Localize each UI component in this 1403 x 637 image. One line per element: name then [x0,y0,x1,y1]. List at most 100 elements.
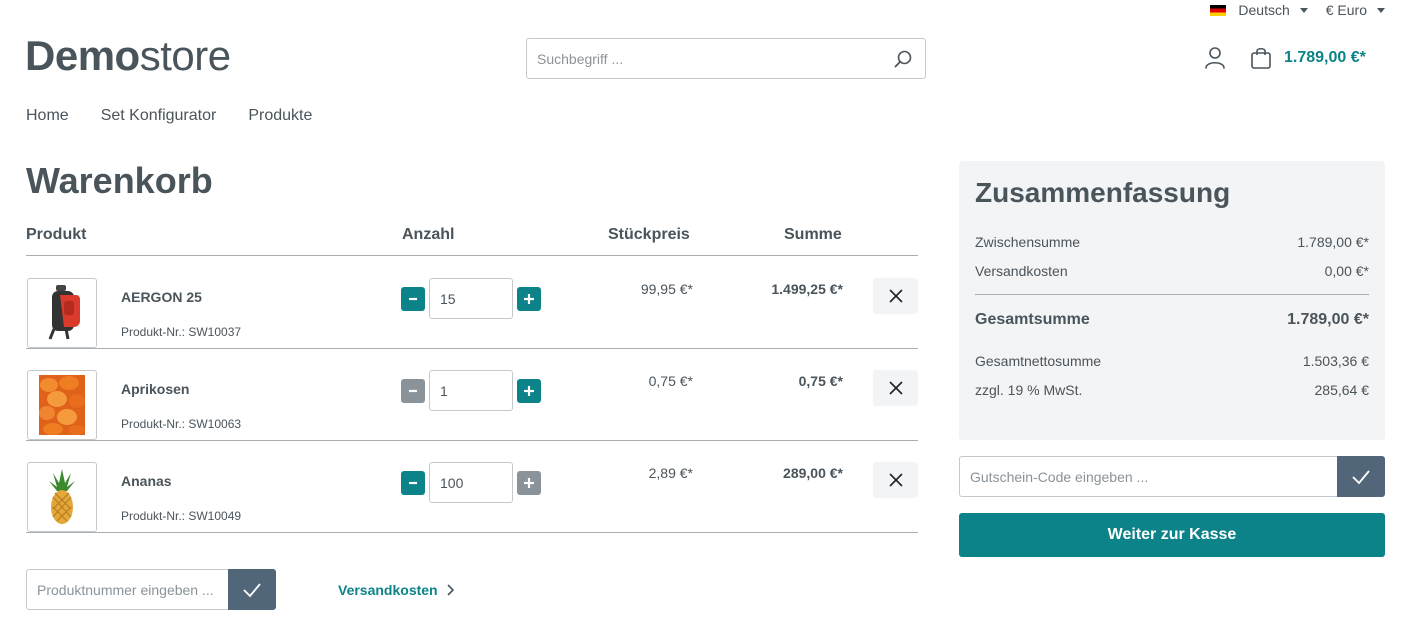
column-header-product: Produkt [26,226,87,243]
product-image[interactable] [27,462,97,532]
shipping-costs-label: Versandkosten [338,582,438,598]
product-number: Produkt-Nr.: SW10037 [121,325,242,339]
product-name[interactable]: Ananas [121,473,172,489]
quantity-stepper: 100 [401,462,541,503]
summary-title: Zusammenfassung [975,177,1231,208]
checkmark-icon [1352,469,1370,484]
product-number-input[interactable] [26,569,228,610]
increase-quantity-button[interactable] [517,286,541,311]
chevron-right-icon [447,584,454,596]
unit-price: 2,89 €* [648,465,693,481]
summary-grand-total: Gesamtsumme 1.789,00 €* [975,311,1369,329]
line-total: 1.499,25 €* [771,281,843,297]
product-number-form [26,569,276,610]
product-number: Produkt-Nr.: SW10063 [121,417,242,431]
cart-button[interactable]: 1.789,00 €* [1250,46,1366,70]
logo[interactable]: Demostore [25,32,231,80]
pineapple-image [49,469,75,524]
plus-icon [524,477,534,488]
tax-label: zzgl. 19 % MwSt. [975,382,1083,398]
close-icon [888,289,903,303]
product-number: Produkt-Nr.: SW10049 [121,509,242,523]
column-header-total: Summe [784,226,842,243]
chevron-down-icon [1377,7,1385,13]
line-total: 289,00 €* [783,465,843,481]
shipping-costs-link[interactable]: Versandkosten [338,582,454,598]
quantity-stepper: 15 [401,278,541,319]
product-image[interactable] [27,278,97,348]
line-total: 0,75 €* [798,373,843,389]
minus-icon [409,389,417,392]
increase-quantity-button[interactable] [517,378,541,403]
apricots-image [39,375,85,435]
minus-icon [409,297,417,300]
search-icon [894,50,912,67]
subtotal-label: Zwischensumme [975,234,1081,250]
column-header-unit-price: Stückpreis [608,226,690,243]
nav-item-produkte[interactable]: Produkte [248,107,312,125]
search-bar [526,38,926,79]
page-title: Warenkorb [26,160,213,201]
account-button[interactable] [1204,46,1226,75]
user-icon [1205,47,1225,69]
quantity-input[interactable]: 100 [429,462,513,503]
language-label: Deutsch [1238,2,1290,18]
decrease-quantity-button[interactable] [401,378,425,403]
remove-item-button[interactable] [873,278,918,314]
decrease-quantity-button[interactable] [401,470,425,495]
add-product-button[interactable] [228,569,276,610]
cart-item-row: Aprikosen Produkt-Nr.: SW10063 1 0,75 €*… [26,349,918,441]
grand-total-label: Gesamtsumme [975,311,1090,328]
close-icon [888,473,903,487]
net-value: 1.503,36 € [1302,353,1369,369]
cart-item-row: AERGON 25 Produkt-Nr.: SW10037 15 99,95 … [26,257,918,349]
grand-total-value: 1.789,00 €* [1287,311,1369,328]
apply-voucher-button[interactable] [1337,456,1385,497]
quantity-input[interactable]: 1 [429,370,513,411]
quantity-stepper: 1 [401,370,541,411]
close-icon [888,381,903,395]
german-flag-icon [1210,4,1227,16]
currency-select[interactable]: € Euro [1326,2,1385,18]
main-nav: Home Set Konfigurator Produkte [26,107,312,125]
shopping-bag-icon [1251,47,1271,69]
currency-label: € Euro [1325,2,1367,18]
checkmark-icon [243,582,261,597]
product-name[interactable]: Aprikosen [121,381,189,397]
tax-value: 285,64 € [1314,382,1370,398]
logo-light: store [139,32,231,79]
cart-total: 1.789,00 €* [1284,49,1366,66]
increase-quantity-button[interactable] [517,470,541,495]
quantity-input[interactable]: 15 [429,278,513,319]
shipping-value: 0,00 €* [1324,263,1369,279]
remove-item-button[interactable] [873,370,918,406]
nav-item-home[interactable]: Home [26,107,69,125]
plus-icon [524,293,534,304]
cart-item-row: Ananas Produkt-Nr.: SW10049 100 2,89 €* … [26,441,918,533]
chevron-down-icon [1299,7,1308,13]
order-summary: Zusammenfassung Zwischensumme 1.789,00 €… [959,161,1385,440]
search-input[interactable] [527,39,881,78]
unit-price: 0,75 €* [648,373,693,389]
shipping-label: Versandkosten [975,263,1068,279]
summary-net: Gesamtnettosumme 1.503,36 € [975,353,1369,369]
checkout-button[interactable]: Weiter zur Kasse [959,513,1385,557]
topbar: Deutsch € Euro [1210,2,1385,18]
product-name[interactable]: AERGON 25 [121,289,202,305]
search-button[interactable] [881,39,925,78]
product-image[interactable] [27,370,97,440]
divider [975,294,1369,295]
unit-price: 99,95 €* [640,281,693,297]
summary-subtotal: Zwischensumme 1.789,00 €* [975,234,1369,250]
remove-item-button[interactable] [873,462,918,498]
summary-shipping: Versandkosten 0,00 €* [975,263,1369,279]
language-select[interactable]: Deutsch [1210,2,1308,18]
decrease-quantity-button[interactable] [401,286,425,311]
column-header-quantity: Anzahl [402,226,455,243]
logo-bold: Demo [25,32,140,79]
nav-item-set-konfigurator[interactable]: Set Konfigurator [101,107,217,125]
minus-icon [409,481,417,484]
net-label: Gesamtnettosumme [975,353,1102,369]
voucher-form [959,456,1385,497]
voucher-input[interactable] [959,456,1337,497]
